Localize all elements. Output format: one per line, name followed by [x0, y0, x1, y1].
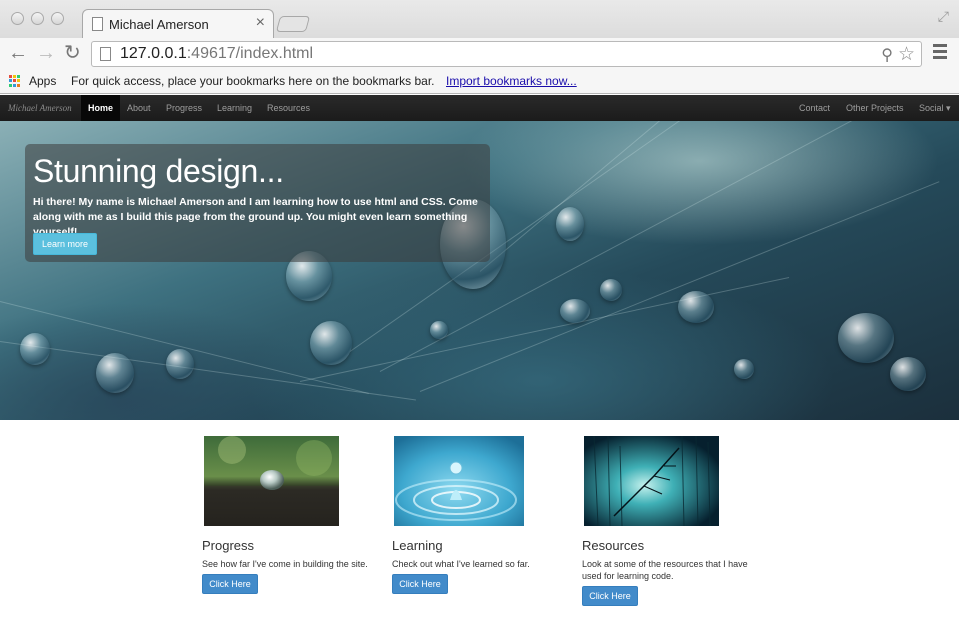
water-drop: [890, 357, 926, 391]
water-drop: [556, 207, 584, 241]
url-host: 127.0.0.1: [120, 45, 187, 62]
apps-label[interactable]: Apps: [29, 74, 56, 88]
card-resources: Resources Look at some of the resources …: [582, 435, 764, 606]
import-bookmarks-link[interactable]: Import bookmarks now...: [446, 74, 577, 88]
nav-item-social-dropdown[interactable]: Social ▾: [912, 95, 958, 121]
nav-item-progress[interactable]: Progress: [159, 95, 209, 121]
hero-jumbotron: Stunning design... Hi there! My name is …: [25, 144, 490, 262]
new-tab-button[interactable]: [275, 16, 311, 32]
water-drop: [166, 349, 194, 379]
feather-streak: [479, 121, 849, 272]
tab-title: Michael Amerson: [109, 17, 209, 32]
window-minimize-icon[interactable]: [31, 12, 44, 25]
water-drop: [600, 279, 622, 301]
progress-click-here-button[interactable]: Click Here: [202, 574, 258, 594]
card-title: Progress: [202, 538, 255, 553]
bookmarks-hint: For quick access, place your bookmarks h…: [71, 74, 435, 88]
url-path: :49617/index.html: [186, 45, 314, 62]
nav-item-other-projects[interactable]: Other Projects: [839, 95, 911, 121]
resources-thumbnail[interactable]: [584, 435, 719, 527]
apps-grid-icon[interactable]: [9, 75, 21, 87]
site-brand[interactable]: Michael Amerson: [8, 103, 72, 113]
browser-tab-active[interactable]: Michael Amerson ×: [82, 9, 274, 39]
back-arrow-icon[interactable]: ←: [8, 42, 28, 64]
hero-title: Stunning design...: [33, 153, 284, 189]
card-description: Check out what I've learned so far.: [392, 559, 530, 569]
hero-text: Hi there! My name is Michael Amerson and…: [33, 196, 478, 238]
progress-thumbnail[interactable]: [204, 436, 339, 526]
card-progress: Progress See how far I've come in buildi…: [202, 436, 384, 594]
search-icon[interactable]: ⚲: [881, 45, 893, 65]
water-drop: [20, 333, 50, 365]
fullscreen-icon[interactable]: ⤢: [938, 8, 949, 25]
learning-click-here-button[interactable]: Click Here: [392, 574, 448, 594]
water-drop: [560, 299, 590, 323]
card-description: Look at some of the resources that I hav…: [582, 559, 748, 581]
card-learning: Learning Check out what I've learned so …: [392, 436, 574, 594]
window-zoom-icon[interactable]: [51, 12, 64, 25]
bookmarks-bar: Apps For quick access, place your bookma…: [0, 70, 959, 94]
menu-icon[interactable]: [933, 44, 947, 62]
card-title: Resources: [582, 538, 645, 553]
water-drop: [678, 291, 714, 323]
nav-item-about[interactable]: About: [120, 95, 158, 121]
nav-item-contact[interactable]: Contact: [792, 95, 837, 121]
water-drop: [430, 321, 448, 339]
forward-arrow-icon[interactable]: →: [36, 42, 56, 64]
browser-tab-strip: Michael Amerson × ⤢: [0, 0, 959, 39]
reload-icon[interactable]: ↻: [64, 42, 81, 64]
water-drop: [96, 353, 134, 393]
address-bar[interactable]: 127.0.0.1:49617/index.html ⚲ ☆: [91, 41, 922, 67]
learn-more-button[interactable]: Learn more: [33, 233, 97, 255]
page-icon: [100, 47, 111, 61]
page-icon: [92, 17, 103, 31]
browser-toolbar: ← → ↻ 127.0.0.1:49617/index.html ⚲ ☆: [0, 38, 959, 70]
learning-thumbnail[interactable]: [394, 436, 524, 526]
nav-item-resources[interactable]: Resources: [260, 95, 317, 121]
site-navbar: Michael Amerson Home About Progress Lear…: [0, 95, 959, 121]
window-close-icon[interactable]: [11, 12, 24, 25]
bookmark-star-icon[interactable]: ☆: [898, 43, 915, 66]
feather-streak: [299, 277, 790, 382]
resources-click-here-button[interactable]: Click Here: [582, 586, 638, 606]
water-drop: [734, 359, 754, 379]
water-drop: [838, 313, 894, 363]
feather-streak: [0, 341, 416, 401]
address-url[interactable]: 127.0.0.1:49617/index.html: [120, 45, 313, 63]
hero-banner: Stunning design... Hi there! My name is …: [0, 121, 959, 420]
nav-item-home[interactable]: Home: [81, 95, 121, 121]
card-description: See how far I've come in building the si…: [202, 559, 368, 569]
tab-close-icon[interactable]: ×: [256, 14, 265, 32]
nav-item-learning[interactable]: Learning: [210, 95, 259, 121]
card-title: Learning: [392, 538, 443, 553]
water-drop: [310, 321, 352, 365]
